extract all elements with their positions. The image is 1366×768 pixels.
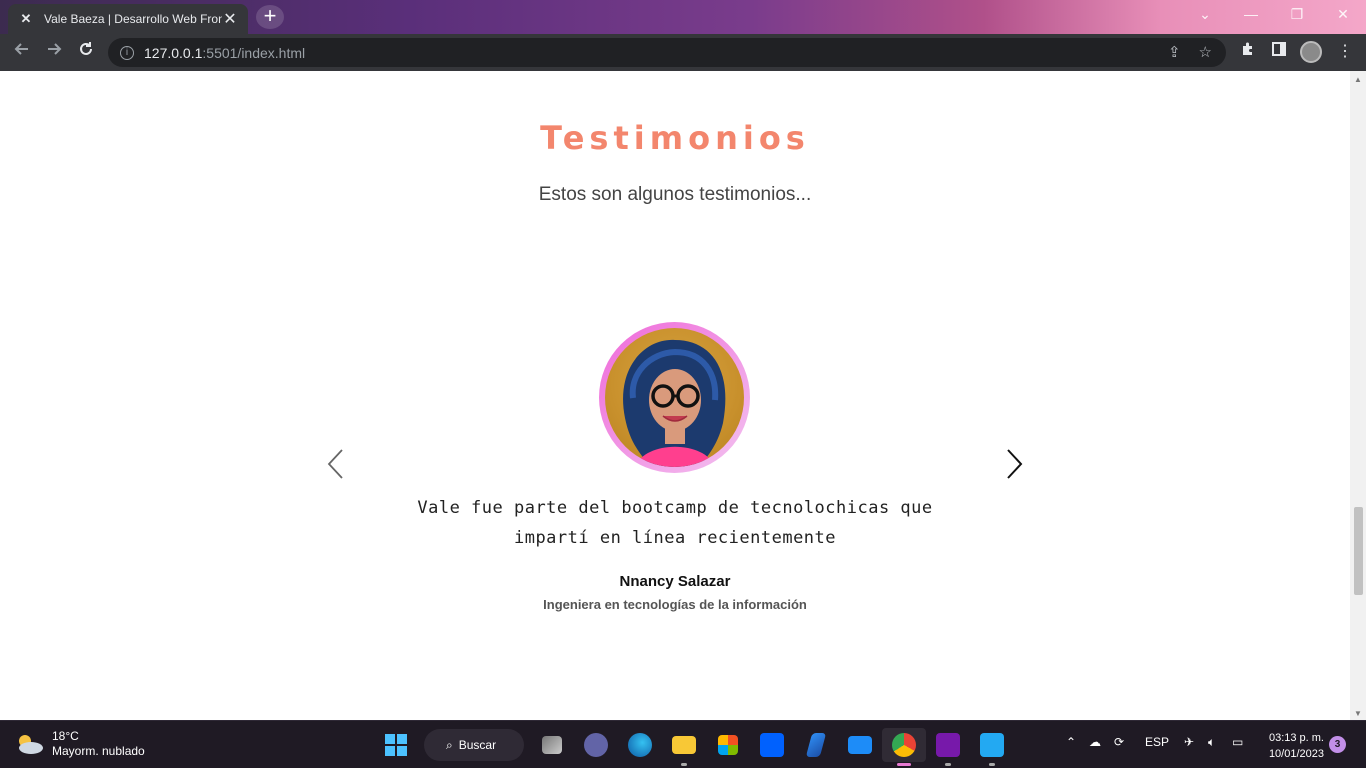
windows-taskbar: 18°C Mayorm. nublado ⌕ Buscar ⌃ ☁ ⟳ ESP …	[0, 720, 1366, 768]
windows-logo-icon	[385, 734, 407, 756]
forward-button[interactable]	[42, 40, 66, 64]
teams-chat-icon[interactable]	[574, 728, 618, 762]
onenote-icon[interactable]	[926, 728, 970, 766]
cloudy-weather-icon	[19, 735, 43, 754]
system-clock[interactable]: 03:13 p. m. 10/01/2023	[1262, 730, 1324, 762]
edge-browser-icon[interactable]	[618, 728, 662, 762]
browser-tab[interactable]: ✕ Vale Baeza | Desarrollo Web Fron ✕	[8, 4, 248, 34]
testimonial-quote: Vale fue parte del bootcamp de tecnoloch…	[375, 493, 975, 553]
taskbar-search[interactable]: ⌕ Buscar	[424, 729, 524, 761]
sync-icon[interactable]: ⟳	[1114, 735, 1124, 749]
language-indicator[interactable]: ESP	[1145, 735, 1169, 749]
reload-button[interactable]	[74, 40, 98, 64]
back-button[interactable]	[10, 40, 34, 64]
weather-description: Mayorm. nublado	[52, 744, 145, 758]
tab-search-icon[interactable]: ⌄	[1195, 6, 1215, 23]
side-panel-icon[interactable]	[1268, 41, 1290, 62]
carousel-next-button[interactable]	[1002, 446, 1026, 482]
scroll-up-icon[interactable]: ▲	[1354, 75, 1362, 84]
minimize-button[interactable]: —	[1241, 6, 1261, 22]
browser-toolbar: i 127.0.0.1:5501/index.html ⇪ ☆ ⋮	[0, 34, 1366, 71]
chevron-left-icon	[327, 449, 343, 479]
weather-temperature: 18°C	[52, 729, 79, 743]
restore-button[interactable]: ❐	[1287, 6, 1307, 23]
extensions-puzzle-icon[interactable]	[1237, 41, 1259, 62]
chevron-right-icon	[1007, 449, 1023, 479]
url-path: :5501/index.html	[202, 44, 306, 61]
clock-time: 03:13 p. m.	[1268, 732, 1324, 744]
person-portrait-icon	[623, 339, 726, 467]
testimonial-avatar	[605, 328, 744, 467]
dropbox-icon[interactable]	[750, 728, 794, 762]
task-view-icon[interactable]	[530, 728, 574, 762]
testimonial-avatar-ring	[599, 322, 750, 473]
chrome-icon[interactable]	[882, 728, 926, 766]
page-scrollbar[interactable]: ▲ ▼	[1350, 71, 1366, 720]
onedrive-error-icon[interactable]: ☁	[1089, 735, 1101, 749]
bookmark-star-icon[interactable]: ☆	[1199, 43, 1212, 61]
tab-close-icon[interactable]: ✕	[222, 9, 238, 29]
airplane-mode-icon[interactable]: ✈	[1184, 735, 1194, 749]
scrollbar-thumb[interactable]	[1354, 507, 1363, 595]
testimonial-author-name: Nnancy Salazar	[619, 573, 731, 590]
testimonial-author-role: Ingeniera en tecnologías de la informaci…	[543, 597, 807, 612]
battery-icon[interactable]: ▭	[1232, 735, 1243, 749]
profile-avatar[interactable]	[1300, 41, 1322, 63]
share-icon[interactable]: ⇪	[1168, 43, 1181, 61]
close-window-button[interactable]: ✕	[1333, 6, 1353, 23]
file-explorer-icon[interactable]	[662, 728, 706, 766]
testimonial-carousel: Vale fue parte del bootcamp de tecnoloch…	[0, 71, 1350, 720]
site-info-icon[interactable]: i	[120, 45, 134, 60]
scroll-down-icon[interactable]: ▼	[1354, 709, 1362, 718]
site-favicon-icon: ✕	[20, 11, 32, 26]
search-label: Buscar	[458, 738, 497, 752]
clock-date: 10/01/2023	[1268, 748, 1324, 760]
weather-widget[interactable]: 18°C Mayorm. nublado	[14, 729, 145, 759]
taskbar-apps: ⌕ Buscar	[374, 728, 1014, 766]
reload-icon	[80, 42, 92, 55]
browser-menu-icon[interactable]: ⋮	[1334, 41, 1356, 61]
url-host: 127.0.0.1	[144, 44, 203, 61]
address-bar[interactable]: i 127.0.0.1:5501/index.html ⇪ ☆	[108, 38, 1226, 67]
tray-overflow-icon[interactable]: ⌃	[1066, 735, 1076, 749]
vscode-icon[interactable]	[970, 728, 1014, 766]
notification-badge[interactable]: 3	[1329, 736, 1346, 753]
quote-line: impartí en línea recientemente	[513, 528, 837, 548]
new-tab-button[interactable]: +	[256, 5, 284, 29]
tab-title: Vale Baeza | Desarrollo Web Fron	[44, 12, 222, 26]
back-arrow-icon	[14, 43, 28, 55]
quote-line: Vale fue parte del bootcamp de tecnoloch…	[417, 498, 933, 518]
page-viewport: Testimonios Estos son algunos testimonio…	[0, 71, 1350, 720]
volume-icon[interactable]: 🔈︎	[1208, 735, 1215, 750]
microsoft-store-icon[interactable]	[706, 728, 750, 762]
browser-title-bar: ✕ Vale Baeza | Desarrollo Web Fron ✕ + ⌄…	[0, 0, 1366, 34]
power-automate-icon[interactable]	[794, 728, 838, 762]
search-icon: ⌕	[446, 737, 453, 752]
forward-arrow-icon	[48, 43, 62, 55]
start-button[interactable]	[374, 728, 418, 762]
carousel-prev-button[interactable]	[323, 446, 347, 482]
mail-icon[interactable]	[838, 728, 882, 762]
